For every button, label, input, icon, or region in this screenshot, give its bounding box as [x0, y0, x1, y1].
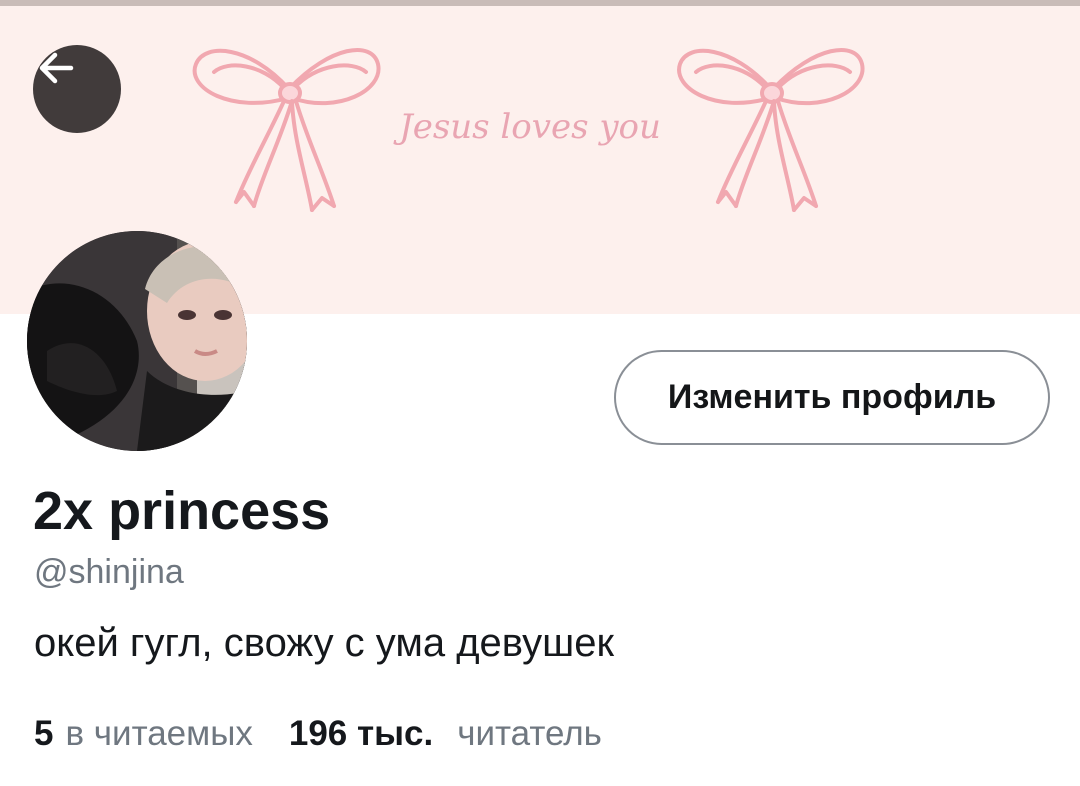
following-count: 5	[34, 714, 54, 753]
followers-label: читатель	[457, 714, 602, 753]
arrow-left-icon	[39, 52, 74, 84]
left-bow-icon	[192, 48, 381, 212]
followers-link[interactable]: 196 тыс. читатель	[289, 714, 602, 754]
right-bow-icon	[677, 48, 865, 212]
edit-profile-button[interactable]: Изменить профиль	[614, 350, 1050, 445]
display-name: 2x princess	[33, 481, 331, 541]
username-handle: @shinjina	[34, 553, 184, 591]
following-label: в читаемых	[65, 714, 253, 753]
avatar[interactable]	[27, 231, 247, 451]
banner-text: Jesus loves you	[393, 107, 661, 147]
avatar-photo	[27, 231, 247, 451]
profile-bio: окей гугл, свожу с ума девушек	[34, 621, 614, 665]
following-link[interactable]: 5 в читаемых	[34, 714, 253, 754]
follow-stats: 5 в читаемых 196 тыс. читатель	[34, 714, 602, 754]
followers-count: 196 тыс.	[288, 714, 434, 753]
back-button[interactable]	[33, 45, 121, 133]
